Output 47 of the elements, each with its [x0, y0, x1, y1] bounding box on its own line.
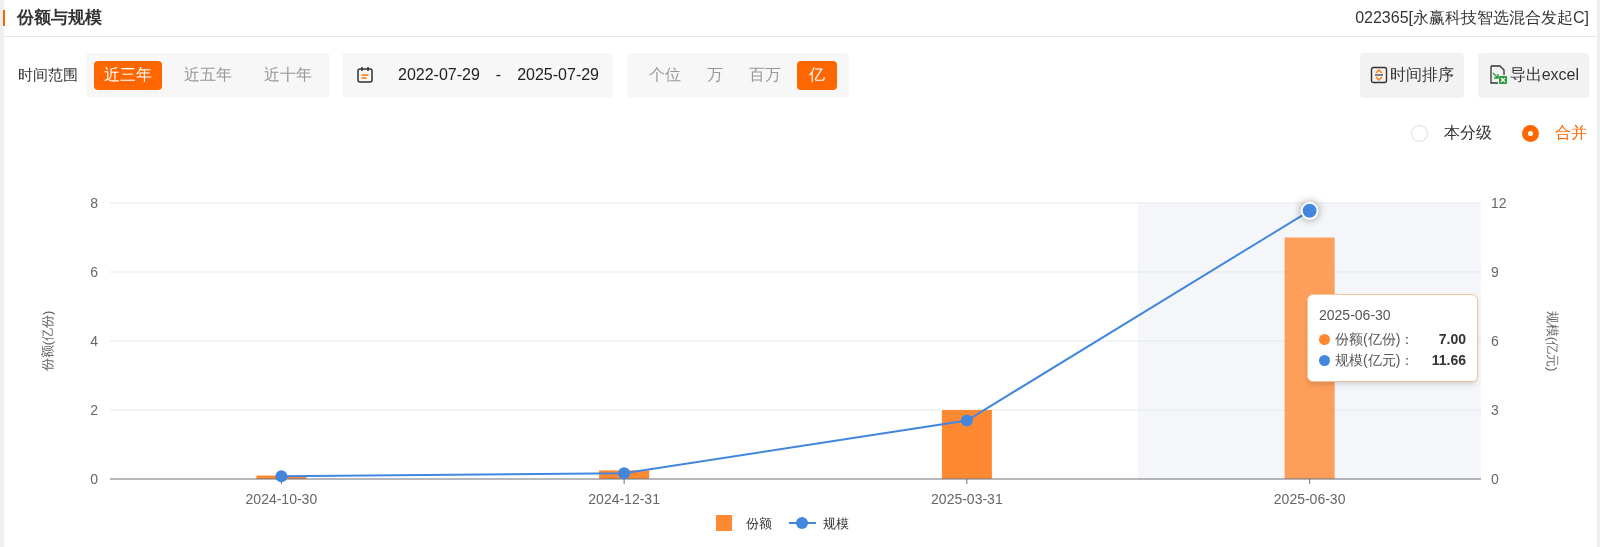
axis-tick-label: 2025-03-31: [931, 491, 1003, 507]
fund-name: 022365[永赢科技智选混合发起C]: [1355, 8, 1589, 28]
sort-button[interactable]: 时间排序: [1359, 52, 1464, 98]
time-range-label: 时间范围: [18, 64, 78, 85]
tooltip-label: 份额(亿份)：: [1335, 330, 1415, 349]
unit-tab[interactable]: 个位: [639, 60, 691, 90]
axis-tick-label: 8: [90, 195, 98, 211]
tooltip-value: 7.00: [1438, 330, 1466, 349]
axis-title: 规模(亿元): [1545, 310, 1560, 372]
accent-bar: [3, 10, 5, 26]
view-radio[interactable]: 本分级: [1411, 121, 1492, 145]
data-point: [618, 467, 631, 480]
data-point: [275, 470, 288, 483]
legend-line-icon: [788, 517, 817, 529]
tooltip-label: 规模(亿元)：: [1335, 351, 1415, 370]
axis-tick-label: 0: [1491, 471, 1499, 487]
legend-label[interactable]: 份额: [746, 516, 772, 531]
axis-tick-label: 0: [90, 471, 98, 487]
legend-label[interactable]: 规模: [823, 516, 849, 531]
axis-title: 份额(亿份): [40, 310, 55, 372]
unit-tab[interactable]: 万: [697, 60, 733, 90]
axis-tick-label: 2025-06-30: [1273, 491, 1346, 507]
range-tab[interactable]: 近三年: [94, 60, 162, 90]
calendar-icon: [356, 66, 374, 84]
unit-tab[interactable]: 百万: [739, 60, 791, 90]
data-point: [960, 414, 973, 427]
axis-tick-label: 12: [1491, 195, 1507, 211]
unit-tab[interactable]: 亿: [797, 60, 837, 90]
axis-tick-label: 3: [1491, 402, 1499, 418]
range-tab[interactable]: 近十年: [254, 60, 322, 90]
axis-tick-label: 2024-12-31: [588, 491, 660, 507]
tooltip-date: 2025-06-30: [1319, 306, 1392, 325]
sort-icon: [1369, 66, 1388, 84]
axis-tick-label: 2024-10-30: [245, 491, 318, 507]
section-title: 份额与规模: [17, 7, 102, 30]
excel-export-icon: [1487, 65, 1508, 85]
axis-tick-label: 6: [90, 264, 98, 280]
axis-tick-label: 4: [90, 333, 98, 349]
range-tab[interactable]: 近五年: [174, 60, 242, 90]
date-range-field[interactable]: 2022-07-29 - 2025-07-29: [342, 52, 613, 98]
axis-tick-label: 2: [90, 402, 98, 418]
axis-tick-label: 6: [1491, 333, 1499, 349]
legend-swatch: [716, 515, 732, 531]
export-button[interactable]: 导出excel: [1477, 52, 1589, 98]
axis-tick-label: 9: [1491, 264, 1499, 280]
view-radio[interactable]: 合并: [1522, 121, 1587, 145]
tooltip-value: 11.66: [1431, 351, 1466, 370]
